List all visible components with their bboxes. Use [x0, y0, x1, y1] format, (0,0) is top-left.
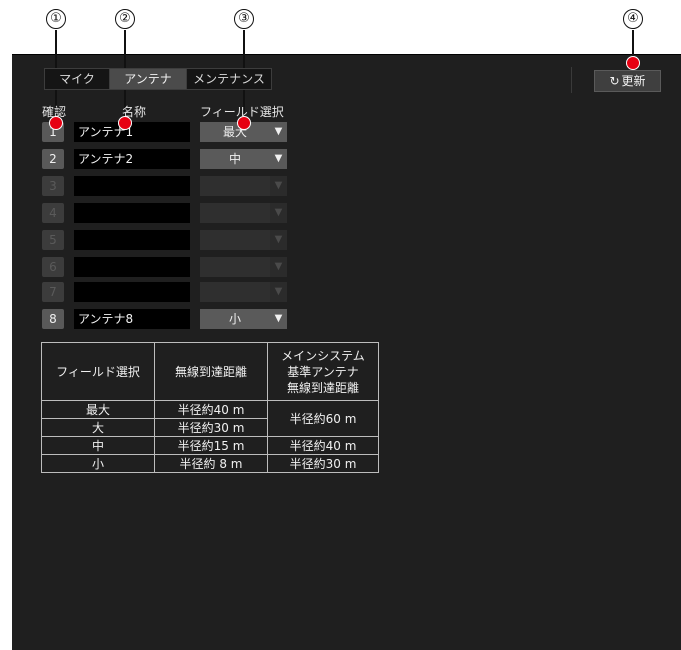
toolbar-divider [571, 67, 572, 93]
table-header-main-line2: 基準アンテナ [287, 364, 359, 379]
table-cell-distance: 半径約 8 m [154, 454, 268, 473]
field-select-2[interactable]: 中 [200, 149, 270, 169]
table-cell-distance: 半径約15 m [154, 436, 268, 455]
table-header-field: フィールド選択 [41, 342, 155, 401]
tab-bar: マイク アンテナ メンテナンス [44, 68, 272, 90]
antenna-name-field-3 [74, 176, 190, 196]
tab-antenna[interactable]: アンテナ [109, 69, 186, 89]
dropdown-arrow-icon[interactable]: ▼ [270, 122, 287, 142]
tab-mic[interactable]: マイク [45, 69, 109, 89]
callout-1-marker [49, 116, 63, 130]
callout-3: ③ [234, 9, 254, 29]
table-cell-main: 半径約60 m [267, 400, 379, 437]
confirm-button-8[interactable]: 8 [42, 309, 64, 329]
table-cell-field: 大 [41, 418, 155, 437]
confirm-button-2[interactable]: 2 [42, 149, 64, 169]
refresh-button[interactable]: ↻ 更新 [594, 70, 661, 92]
confirm-button-6: 6 [42, 257, 64, 277]
dropdown-arrow-icon: ▼ [270, 230, 287, 250]
callout-1: ① [46, 9, 66, 29]
range-table: フィールド選択 無線到達距離 メインシステム 基準アンテナ 無線到達距離 最大 … [41, 342, 379, 473]
dropdown-arrow-icon[interactable]: ▼ [270, 149, 287, 169]
table-header-main: メインシステム 基準アンテナ 無線到達距離 [267, 342, 379, 401]
refresh-icon: ↻ [609, 74, 620, 88]
table-header-distance: 無線到達距離 [154, 342, 268, 401]
callout-3-marker [237, 116, 251, 130]
tab-maintenance[interactable]: メンテナンス [186, 69, 271, 89]
antenna-name-field-5 [74, 230, 190, 250]
field-select-5 [200, 230, 270, 250]
callout-2-marker [118, 116, 132, 130]
dropdown-arrow-icon: ▼ [270, 257, 287, 277]
field-select-6 [200, 257, 270, 277]
antenna-name-field-1[interactable]: アンテナ1 [74, 122, 190, 142]
confirm-button-5: 5 [42, 230, 64, 250]
callout-3-label: ③ [234, 9, 254, 29]
table-header-main-line1: メインシステム [281, 348, 365, 363]
table-cell-distance: 半径約30 m [154, 418, 268, 437]
antenna-name-field-8[interactable]: アンテナ8 [74, 309, 190, 329]
field-select-3 [200, 176, 270, 196]
antenna-name-field-7 [74, 282, 190, 302]
callout-4: ④ [623, 9, 643, 29]
panel-top-border [12, 54, 681, 55]
table-cell-main: 半径約30 m [267, 454, 379, 473]
dropdown-arrow-icon: ▼ [270, 176, 287, 196]
field-select-1[interactable]: 最大 [200, 122, 270, 142]
field-select-7 [200, 282, 270, 302]
confirm-button-7: 7 [42, 282, 64, 302]
callout-4-marker [626, 56, 640, 70]
callout-2-label: ② [115, 9, 135, 29]
confirm-button-3: 3 [42, 176, 64, 196]
dropdown-arrow-icon[interactable]: ▼ [270, 309, 287, 329]
antenna-name-field-4 [74, 203, 190, 223]
field-select-8[interactable]: 小 [200, 309, 270, 329]
dropdown-arrow-icon: ▼ [270, 282, 287, 302]
table-cell-field: 最大 [41, 400, 155, 419]
table-cell-distance: 半径約40 m [154, 400, 268, 419]
field-select-4 [200, 203, 270, 223]
table-cell-field: 中 [41, 436, 155, 455]
refresh-label: 更新 [621, 74, 646, 88]
callout-2: ② [115, 9, 135, 29]
antenna-name-field-6 [74, 257, 190, 277]
table-cell-field: 小 [41, 454, 155, 473]
dropdown-arrow-icon: ▼ [270, 203, 287, 223]
callout-4-label: ④ [623, 9, 643, 29]
antenna-name-field-2[interactable]: アンテナ2 [74, 149, 190, 169]
callout-1-label: ① [46, 9, 66, 29]
table-cell-main: 半径約40 m [267, 436, 379, 455]
confirm-button-4: 4 [42, 203, 64, 223]
table-header-main-line3: 無線到達距離 [286, 380, 359, 395]
